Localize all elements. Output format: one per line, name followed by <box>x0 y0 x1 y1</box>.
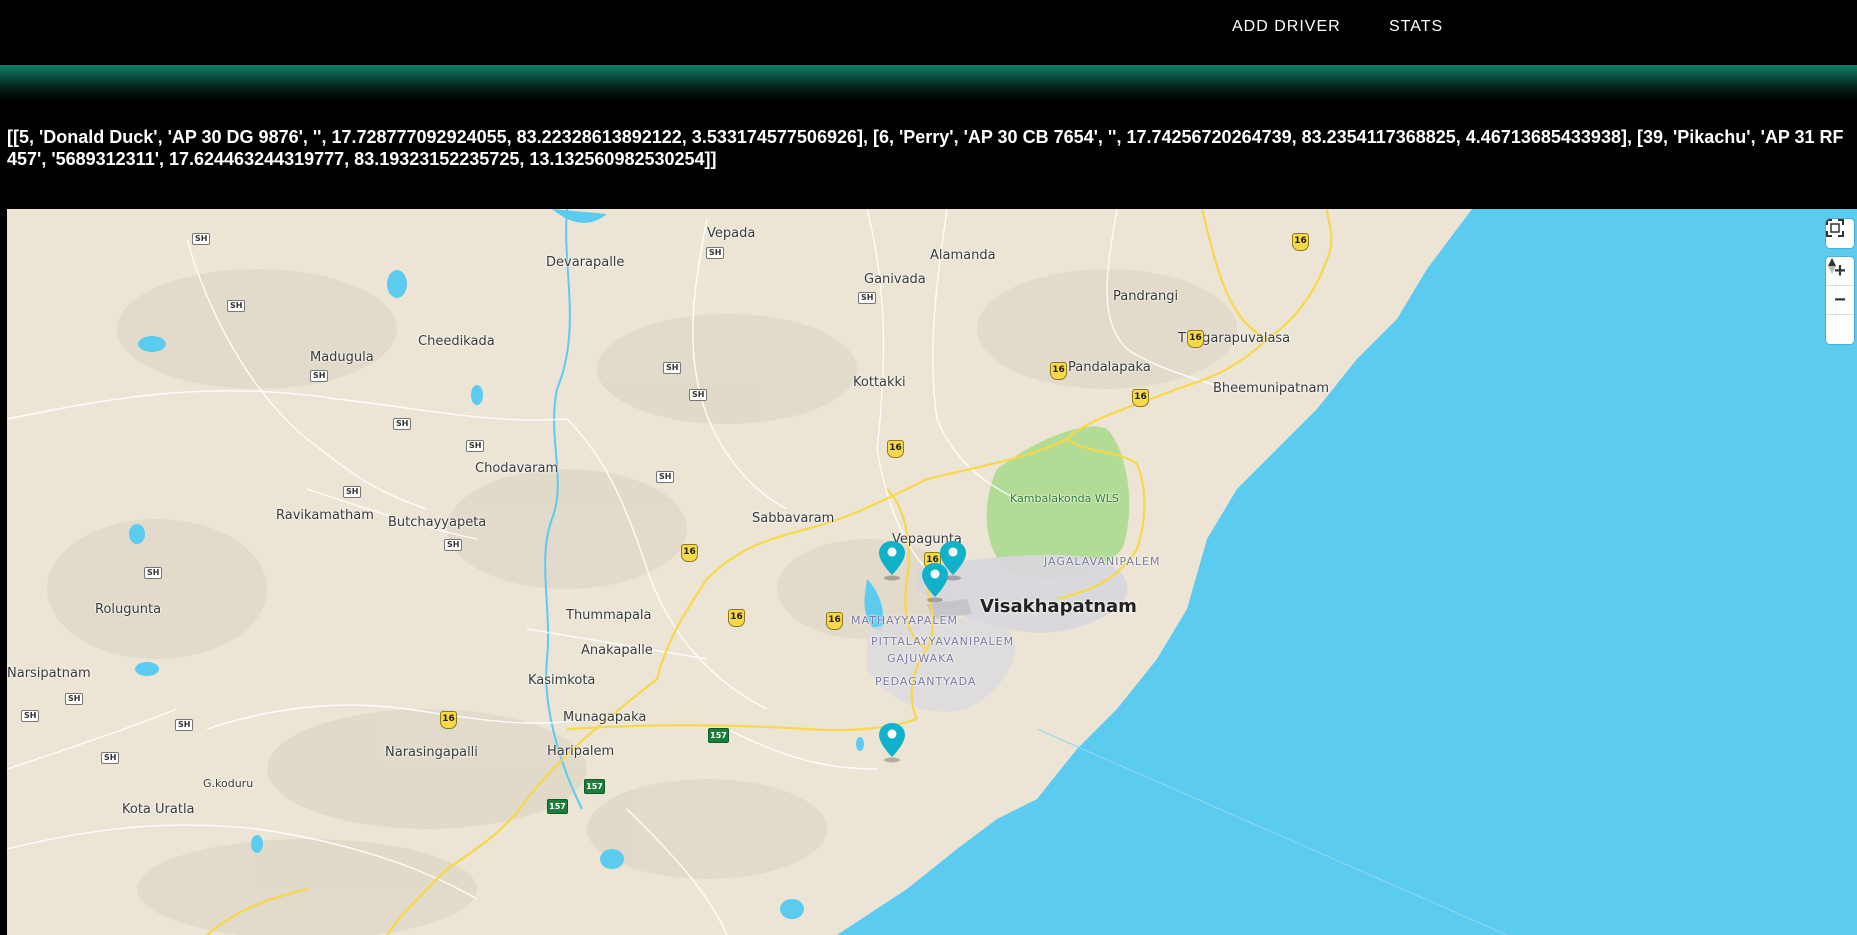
place-label: Narsipatnam <box>7 666 91 681</box>
drivers-data-text: [[5, 'Donald Duck', 'AP 30 DG 9876', '',… <box>7 127 1844 169</box>
place-label: Munagapaka <box>563 710 647 725</box>
place-label: Pandalapaka <box>1068 360 1151 375</box>
national-highway-shield: 16 <box>887 440 904 458</box>
place-label-locality: GAJUWAKA <box>887 652 955 665</box>
national-highway-157-shield: 157 <box>708 728 729 743</box>
driver-marker[interactable] <box>877 721 907 763</box>
place-label: Ganivada <box>864 272 926 287</box>
state-highway-shield: SH <box>21 710 40 722</box>
navbar-glow <box>0 65 1857 101</box>
state-highway-shield: SH <box>466 440 485 452</box>
zoom-out-button[interactable]: − <box>1826 286 1854 315</box>
state-highway-shield: SH <box>656 471 675 483</box>
national-highway-157-shield: 157 <box>547 799 568 814</box>
national-highway-shield: 16 <box>1050 362 1067 380</box>
place-label: Kasimkota <box>528 673 596 688</box>
place-label: Haripalem <box>547 744 615 759</box>
state-highway-shield: SH <box>393 418 412 430</box>
place-label: Bheemunipatnam <box>1213 381 1330 396</box>
place-label: Pandrangi <box>1113 289 1179 304</box>
national-highway-shield: 16 <box>728 609 745 627</box>
place-label: Devarapalle <box>546 255 625 270</box>
state-highway-shield: SH <box>663 362 682 374</box>
driver-marker[interactable] <box>920 561 950 603</box>
state-highway-shield: SH <box>144 567 163 579</box>
national-highway-shield: 16 <box>1292 233 1309 251</box>
compass-button[interactable] <box>1826 258 1854 344</box>
state-highway-shield: SH <box>310 370 329 382</box>
fullscreen-control <box>1826 219 1854 248</box>
state-highway-shield: SH <box>175 719 194 731</box>
place-label-city: Visakhapatnam <box>980 596 1137 617</box>
place-label-locality: MATHAYYAPALEM <box>851 614 958 627</box>
place-label-locality: PEDAGANTYADA <box>875 675 977 688</box>
place-label: Thummapala <box>566 608 652 623</box>
national-highway-shield: 16 <box>681 544 698 562</box>
map-pin-icon <box>922 563 948 603</box>
place-label-park: Kambalakonda WLS <box>1010 492 1119 505</box>
place-label: Madugula <box>310 350 374 365</box>
fullscreen-button[interactable] <box>1826 219 1854 248</box>
map-pin-icon <box>879 723 905 763</box>
national-highway-shield: 16 <box>1132 389 1149 407</box>
state-highway-shield: SH <box>343 486 362 498</box>
state-highway-shield: SH <box>444 539 463 551</box>
place-label: Kottakki <box>853 375 906 390</box>
add-driver-link[interactable]: ADD DRIVER <box>1232 18 1341 36</box>
state-highway-shield: SH <box>706 247 725 259</box>
national-highway-shield: 16 <box>1187 330 1204 348</box>
place-label: Alamanda <box>930 248 996 263</box>
state-highway-shield: SH <box>689 389 708 401</box>
state-highway-shield: SH <box>227 300 246 312</box>
place-label: Sabbavaram <box>752 511 835 526</box>
national-highway-shield: 16 <box>440 711 457 729</box>
state-highway-shield: SH <box>65 693 84 705</box>
state-highway-shield: SH <box>101 752 120 764</box>
fullscreen-icon <box>1826 219 1844 237</box>
place-label: Kota Uratla <box>122 802 195 817</box>
place-label: Butchayyapeta <box>388 515 487 530</box>
national-highway-shield: 16 <box>826 612 843 630</box>
state-highway-shield: SH <box>858 292 877 304</box>
place-label-locality: PITTALAYYAVANIPALEM <box>871 635 1015 648</box>
state-highway-shield: SH <box>192 233 211 245</box>
stats-link[interactable]: STATS <box>1389 18 1443 36</box>
place-label-locality: JAGALAVANIPALEM <box>1044 555 1161 568</box>
place-label: Cheedikada <box>418 334 495 349</box>
navigation-control: + − <box>1826 257 1854 344</box>
place-label: Vepada <box>707 226 756 241</box>
place-label: Ravikamatham <box>276 508 374 523</box>
national-highway-157-shield: 157 <box>584 779 605 794</box>
map[interactable]: Vepada Devarapalle Alamanda Ganivada Pan… <box>7 209 1857 935</box>
compass-icon <box>1828 258 1836 274</box>
place-label: G.koduru <box>203 777 254 790</box>
driver-marker[interactable] <box>877 539 907 581</box>
place-label: Rolugunta <box>95 602 162 617</box>
place-label: Anakapalle <box>581 643 653 658</box>
place-label: Chodavaram <box>475 461 559 476</box>
place-label: Narasingapalli <box>385 745 478 760</box>
top-navbar: ADD DRIVER STATS <box>0 0 1857 65</box>
map-pin-icon <box>879 541 905 581</box>
